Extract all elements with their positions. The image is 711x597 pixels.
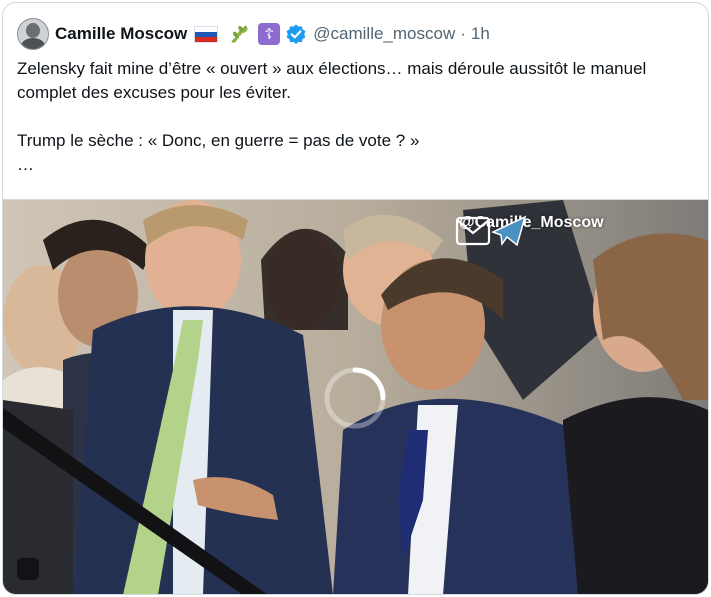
separator-dot: · [460, 24, 466, 43]
verified-badge-icon [285, 23, 307, 45]
volume-control[interactable] [17, 558, 39, 580]
watermark: @Camille_Moscow [455, 214, 604, 247]
olive-branch-icon [228, 23, 250, 45]
tweet-timestamp[interactable]: 1h [471, 24, 490, 44]
russia-flag-icon [194, 25, 219, 43]
loading-spinner-icon [319, 362, 391, 434]
author-name[interactable]: Camille Moscow [55, 24, 187, 44]
video-player[interactable]: @Camille_Moscow [3, 199, 708, 594]
tweet-card[interactable]: Camille Moscow ☦ @camille_moscow · 1h Ze… [2, 2, 709, 595]
tweet-text: Zelensky fait mine d’être « ouvert » aux… [17, 59, 647, 174]
tweet-header: Camille Moscow ☦ @camille_moscow · 1h [17, 18, 490, 50]
author-handle[interactable]: @camille_moscow [313, 24, 455, 44]
orthodox-cross-icon: ☦ [258, 23, 281, 45]
author-avatar[interactable] [17, 18, 49, 50]
